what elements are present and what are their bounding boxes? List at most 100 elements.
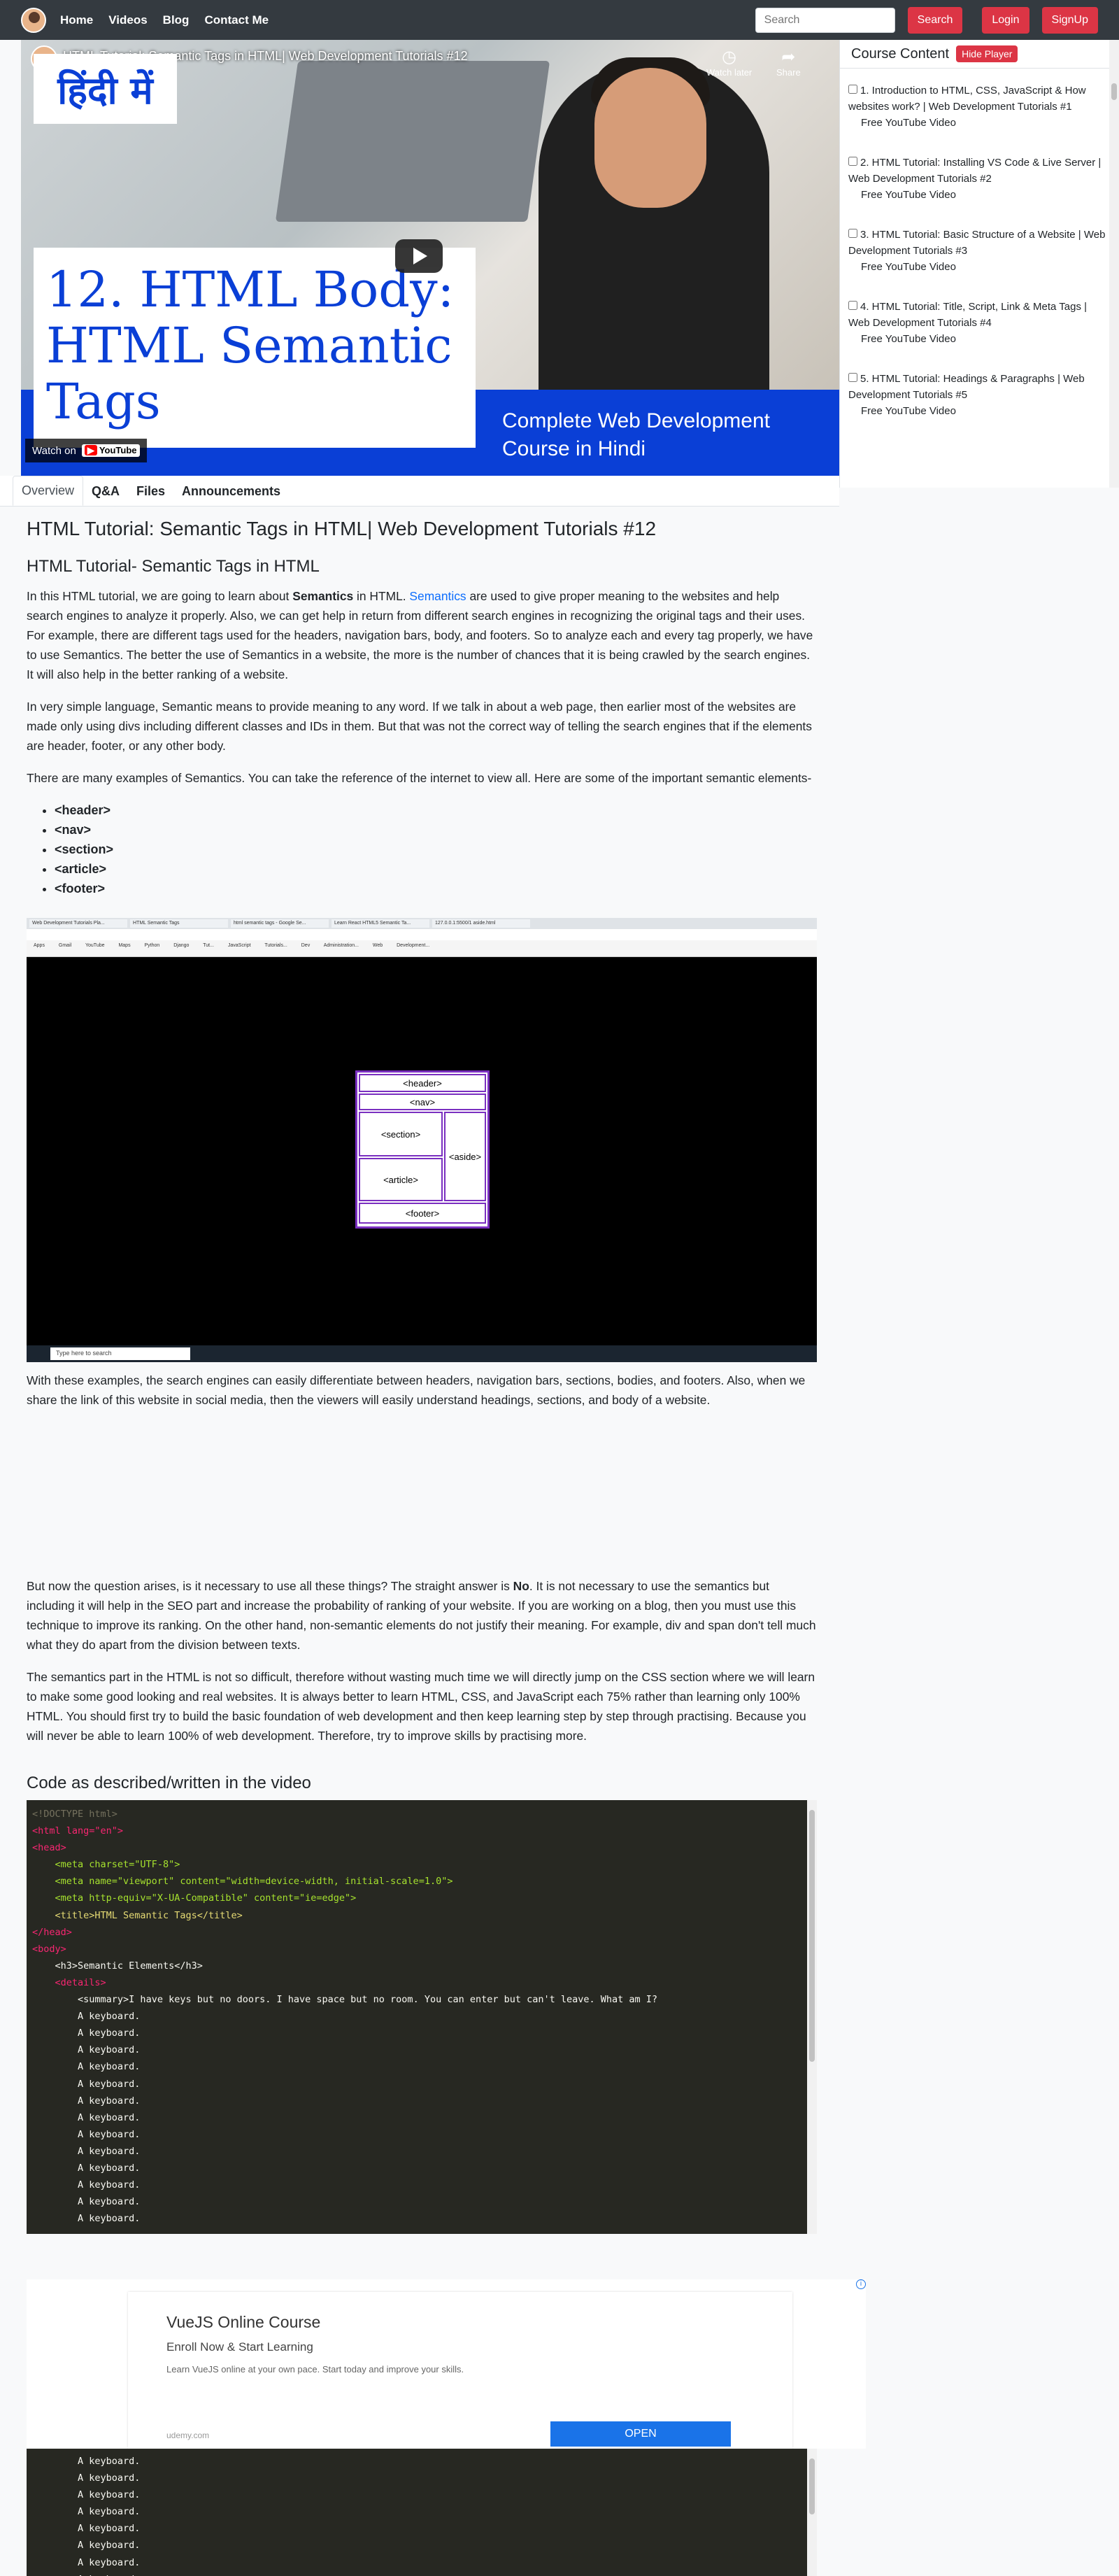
semantics-link[interactable]: Semantics <box>409 589 466 603</box>
code-line: A keyboard. <box>78 2179 141 2191</box>
login-button[interactable]: Login <box>982 6 1029 34</box>
course-item-label[interactable]: 3. HTML Tutorial: Basic Structure of a W… <box>848 229 1105 257</box>
course-item-sub: Free YouTube Video <box>861 117 956 129</box>
course-item-sub: Free YouTube Video <box>861 405 956 417</box>
ss-url-bar <box>27 929 817 940</box>
watch-later-button[interactable]: ◷ Watch later <box>706 47 752 78</box>
tab-files[interactable]: Files <box>128 477 173 506</box>
course-item-sub: Free YouTube Video <box>861 189 956 201</box>
course-checkbox[interactable] <box>848 157 857 166</box>
code-line: <html lang="en"> <box>32 1825 124 1837</box>
youtube-logo-text: YouTube <box>99 445 137 455</box>
thumb-course-line: Complete Web Development <box>502 409 770 432</box>
sidebar-scrollbar[interactable] <box>1109 40 1119 488</box>
code-line: A keyboard. <box>78 2574 140 2576</box>
content-tabs: Overview Q&A Files Announcements <box>0 476 839 507</box>
ad-open-button[interactable]: OPEN <box>550 2421 731 2447</box>
watch-on-youtube-button[interactable]: Watch on ▶ YouTube <box>25 439 147 462</box>
thumb-title-box: 12. HTML Body: HTML Semantic Tags <box>34 248 476 448</box>
course-item-label[interactable]: 5. HTML Tutorial: Headings & Paragraphs … <box>848 373 1085 401</box>
search-input[interactable] <box>755 7 895 33</box>
code-line: A keyboard. <box>78 2078 141 2090</box>
course-item-label[interactable]: 2. HTML Tutorial: Installing VS Code & L… <box>848 157 1101 185</box>
thumb-title-line: HTML Semantic <box>46 317 452 374</box>
code-line: A keyboard. <box>78 2145 141 2157</box>
code-line: A keyboard. <box>78 2456 141 2467</box>
code-block-continued[interactable]: A keyboard. A keyboard. A keyboard. A ke… <box>27 2449 817 2576</box>
code-scroll-thumb[interactable] <box>809 2458 815 2514</box>
course-checkbox[interactable] <box>848 373 857 382</box>
clock-icon: ◷ <box>722 48 737 66</box>
share-label: Share <box>776 67 801 78</box>
code-line: A keyboard. <box>78 2027 141 2039</box>
ss-taskbar: Type here to search <box>27 1345 817 1362</box>
play-button[interactable] <box>395 239 443 273</box>
share-button[interactable]: ➦ Share <box>776 47 801 78</box>
ss-tab: HTML Semantic Tags <box>130 919 228 928</box>
paragraph: There are many examples of Semantics. Yo… <box>27 771 812 785</box>
diagram-footer: <footer> <box>359 1203 486 1224</box>
code-scrollbar[interactable] <box>807 2449 817 2576</box>
list-item: <nav> <box>55 820 817 840</box>
ad-title[interactable]: VueJS Online Course <box>166 2313 754 2332</box>
course-item[interactable]: 1. Introduction to HTML, CSS, JavaScript… <box>840 69 1119 141</box>
nav-link-blog[interactable]: Blog <box>163 13 190 27</box>
code-line: A keyboard. <box>78 2472 141 2484</box>
course-checkbox[interactable] <box>848 85 857 94</box>
course-checkbox[interactable] <box>848 229 857 238</box>
hide-player-button[interactable]: Hide Player <box>956 45 1018 62</box>
code-section-title: Code as described/written in the video <box>27 1774 311 1792</box>
course-item[interactable]: 3. HTML Tutorial: Basic Structure of a W… <box>840 213 1119 285</box>
nav-link-contact[interactable]: Contact Me <box>204 13 269 27</box>
ss-tab: Web Development Tutorials Pla... <box>29 919 127 928</box>
diagram-article: <article> <box>359 1158 443 1201</box>
course-checkbox[interactable] <box>848 301 857 310</box>
code-line: <meta charset="UTF-8"> <box>55 1859 180 1871</box>
signup-button[interactable]: SignUp <box>1041 6 1098 34</box>
diagram-aside: <aside> <box>444 1112 486 1201</box>
code-line: <meta name="viewport" content="width=dev… <box>55 1876 453 1888</box>
course-item[interactable]: 4. HTML Tutorial: Title, Script, Link & … <box>840 285 1119 357</box>
course-item[interactable]: 2. HTML Tutorial: Installing VS Code & L… <box>840 141 1119 213</box>
list-item: <footer> <box>55 879 817 898</box>
nav-link-videos[interactable]: Videos <box>108 13 147 27</box>
course-item-sub: Free YouTube Video <box>861 261 956 273</box>
course-item-label[interactable]: 4. HTML Tutorial: Title, Script, Link & … <box>848 301 1087 329</box>
youtube-logo: ▶ YouTube <box>81 444 140 457</box>
code-line: A keyboard. <box>78 2506 141 2518</box>
video-player[interactable]: HTML Tutorial: Semantic Tags in HTML| We… <box>21 40 839 476</box>
code-block[interactable]: <!DOCTYPE html> <html lang="en"> <head> … <box>27 1800 817 2234</box>
code-line: A keyboard. <box>78 2540 141 2552</box>
code-scroll-thumb[interactable] <box>809 1810 815 2062</box>
code-line: A keyboard. <box>78 2061 141 2073</box>
blank-space <box>27 1422 817 1576</box>
brand-logo[interactable] <box>21 7 46 33</box>
code-line: <details> <box>55 1976 106 1988</box>
text: In this HTML tutorial, we are going to l… <box>27 589 293 603</box>
semantic-tag-list: <header> <nav> <section> <article> <foot… <box>55 800 817 898</box>
sidebar-scroll-thumb[interactable] <box>1111 83 1117 100</box>
article-subtitle: HTML Tutorial- Semantic Tags in HTML <box>27 557 320 576</box>
code-line: A keyboard. <box>78 2111 141 2123</box>
search-button[interactable]: Search <box>907 6 963 34</box>
tab-overview[interactable]: Overview <box>13 476 84 506</box>
tab-qa[interactable]: Q&A <box>83 477 128 506</box>
diagram-header: <header> <box>359 1074 486 1092</box>
code-line: <summary>I have keys but no doors. I hav… <box>78 1994 658 2006</box>
tab-announcements[interactable]: Announcements <box>173 477 289 506</box>
sidebar-title: Course Content <box>851 45 950 62</box>
ss-taskbar-search: Type here to search <box>50 1347 190 1360</box>
nav-link-home[interactable]: Home <box>60 13 93 27</box>
course-item[interactable]: 5. HTML Tutorial: Headings & Paragraphs … <box>840 357 1119 429</box>
course-item-sub: Free YouTube Video <box>861 333 956 345</box>
ad-card[interactable]: VueJS Online Course Enroll Now & Start L… <box>128 2292 792 2449</box>
bold-text: Semantics <box>292 589 354 603</box>
list-item: <header> <box>55 800 817 820</box>
code-scrollbar[interactable] <box>807 1800 817 2234</box>
article-title: HTML Tutorial: Semantic Tags in HTML| We… <box>27 518 657 539</box>
advertisement: i VueJS Online Course Enroll Now & Start… <box>27 2279 866 2449</box>
course-item-label[interactable]: 1. Introduction to HTML, CSS, JavaScript… <box>848 85 1086 113</box>
ad-info-icon[interactable]: i <box>856 2279 866 2289</box>
code-line: A keyboard. <box>78 2196 141 2208</box>
thumb-title-line: Tags <box>46 373 161 430</box>
